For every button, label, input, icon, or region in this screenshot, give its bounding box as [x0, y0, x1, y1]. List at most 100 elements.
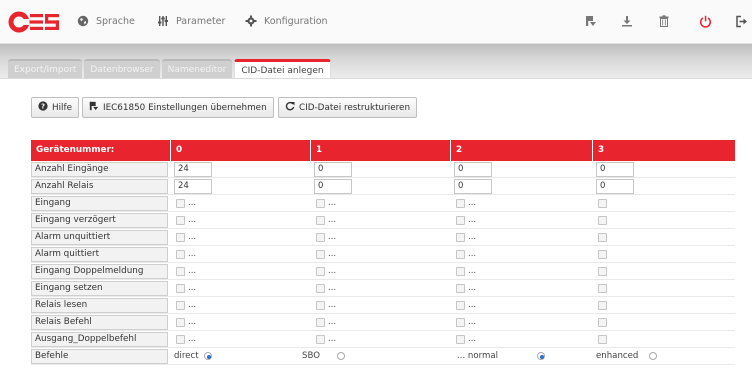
radio-label: direct	[174, 351, 199, 361]
count-input[interactable]: 24	[174, 179, 212, 194]
checkbox[interactable]	[176, 267, 185, 276]
count-input[interactable]: 0	[596, 179, 634, 194]
trash-icon[interactable]	[656, 13, 672, 29]
question-icon: ?	[38, 101, 48, 114]
count-input[interactable]: 0	[596, 162, 634, 177]
restructure-cid-button[interactable]: CID-Datei restrukturieren	[278, 97, 418, 118]
tab-datenbrowser[interactable]: Datenbrowser	[84, 59, 160, 78]
checkbox[interactable]	[316, 267, 325, 276]
table-row: Relais Befehl.........	[31, 314, 735, 331]
download-icon[interactable]	[619, 13, 635, 29]
checkbox[interactable]	[456, 233, 465, 242]
checkbox-more-label: ...	[468, 317, 477, 327]
checkbox[interactable]	[316, 301, 325, 310]
count-input[interactable]: 24	[174, 162, 212, 177]
tab-export-import[interactable]: Export/Import	[8, 59, 83, 78]
checkbox[interactable]	[316, 233, 325, 242]
save-icon	[89, 101, 99, 114]
apply-iec61850-button[interactable]: IEC61850 Einstellungen übernehmen	[82, 97, 274, 118]
checkbox[interactable]	[316, 318, 325, 327]
table-row: Alarm unquittiert.........	[31, 229, 735, 246]
checkbox-more-label: ...	[468, 232, 477, 242]
checkbox[interactable]	[316, 250, 325, 259]
checkbox-more-label: ...	[188, 232, 197, 242]
checkbox[interactable]	[456, 335, 465, 344]
count-input[interactable]: 0	[454, 179, 492, 194]
checkbox-more-label: ...	[328, 334, 337, 344]
radio-label: SBO	[302, 351, 320, 361]
checkbox[interactable]	[456, 301, 465, 310]
ees-logo[interactable]	[8, 11, 60, 33]
column-header: 2	[456, 145, 463, 155]
checkbox[interactable]	[456, 216, 465, 225]
checkbox[interactable]	[598, 199, 607, 208]
restructure-button-label: CID-Datei restrukturieren	[299, 102, 411, 113]
nav-item-sprache[interactable]: Sprache	[76, 14, 135, 28]
checkbox[interactable]	[456, 199, 465, 208]
count-input[interactable]: 0	[454, 162, 492, 177]
checkbox-more-label: ...	[328, 283, 337, 293]
checkbox[interactable]	[176, 199, 185, 208]
checkbox-more-label: ...	[188, 334, 197, 344]
checkbox-more-label: ...	[188, 283, 197, 293]
save-icon[interactable]	[583, 13, 599, 29]
radio-button[interactable]	[337, 352, 345, 360]
logout-icon[interactable]	[733, 13, 749, 29]
checkbox[interactable]	[176, 335, 185, 344]
checkbox[interactable]	[598, 335, 607, 344]
checkbox[interactable]	[316, 284, 325, 293]
nav-item-konfiguration[interactable]: Konfiguration	[244, 14, 328, 28]
cid-config-table: Gerätenummer: 0 1 2 3 Anzahl Eingänge 24 0…	[31, 140, 735, 365]
row-label: Eingang setzen	[31, 281, 168, 296]
refresh-icon	[285, 101, 295, 114]
checkbox[interactable]	[598, 301, 607, 310]
checkbox[interactable]	[176, 216, 185, 225]
checkbox-more-label: ...	[328, 300, 337, 310]
checkbox-more-label: ...	[468, 249, 477, 259]
checkbox[interactable]	[316, 335, 325, 344]
checkbox[interactable]	[316, 216, 325, 225]
checkbox[interactable]	[598, 233, 607, 242]
column-header: 1	[316, 145, 323, 155]
power-icon[interactable]	[697, 13, 713, 29]
count-input[interactable]: 0	[314, 179, 352, 194]
nav-item-label: Konfiguration	[264, 15, 328, 27]
checkbox[interactable]	[598, 267, 607, 276]
checkbox[interactable]	[456, 318, 465, 327]
tab-cid-datei-anlegen[interactable]: CID-Datei anlegen	[234, 59, 331, 79]
table-row: Anzahl Eingänge 24 0 0 0	[31, 161, 735, 178]
checkbox[interactable]	[456, 250, 465, 259]
help-button[interactable]: ? Hilfe	[31, 97, 80, 118]
checkbox[interactable]	[598, 216, 607, 225]
checkbox[interactable]	[176, 301, 185, 310]
help-button-label: Hilfe	[52, 102, 73, 113]
checkbox[interactable]	[176, 318, 185, 327]
row-label: Relais Befehl	[31, 315, 168, 330]
top-navbar: Sprache Parameter Konfiguration	[0, 0, 752, 44]
checkbox[interactable]	[176, 250, 185, 259]
checkbox[interactable]	[598, 284, 607, 293]
tab-bar: Export/Import Datenbrowser Nameneditor C…	[8, 59, 333, 79]
table-row: Alarm quittiert.........	[31, 246, 735, 263]
checkbox-more-label: ...	[468, 198, 477, 208]
radio-button[interactable]	[537, 352, 545, 360]
count-input[interactable]: 0	[314, 162, 352, 177]
checkbox[interactable]	[598, 250, 607, 259]
checkbox[interactable]	[598, 318, 607, 327]
nav-item-label: Parameter	[176, 15, 226, 27]
radio-button[interactable]	[204, 352, 212, 360]
checkbox[interactable]	[456, 284, 465, 293]
nav-item-parameter[interactable]: Parameter	[156, 14, 225, 28]
checkbox[interactable]	[456, 267, 465, 276]
checkbox[interactable]	[176, 284, 185, 293]
gear-icon	[244, 14, 258, 28]
radio-button[interactable]	[649, 352, 657, 360]
checkbox[interactable]	[316, 199, 325, 208]
tab-nameneditor[interactable]: Nameneditor	[161, 59, 233, 78]
nav-item-label: Sprache	[96, 15, 135, 27]
svg-text:?: ?	[41, 103, 45, 111]
table-row: Eingang.........	[31, 195, 735, 212]
row-label: Ausgang_Doppelbefehl	[31, 332, 168, 347]
radio-label: enhanced	[596, 351, 639, 361]
checkbox[interactable]	[176, 233, 185, 242]
